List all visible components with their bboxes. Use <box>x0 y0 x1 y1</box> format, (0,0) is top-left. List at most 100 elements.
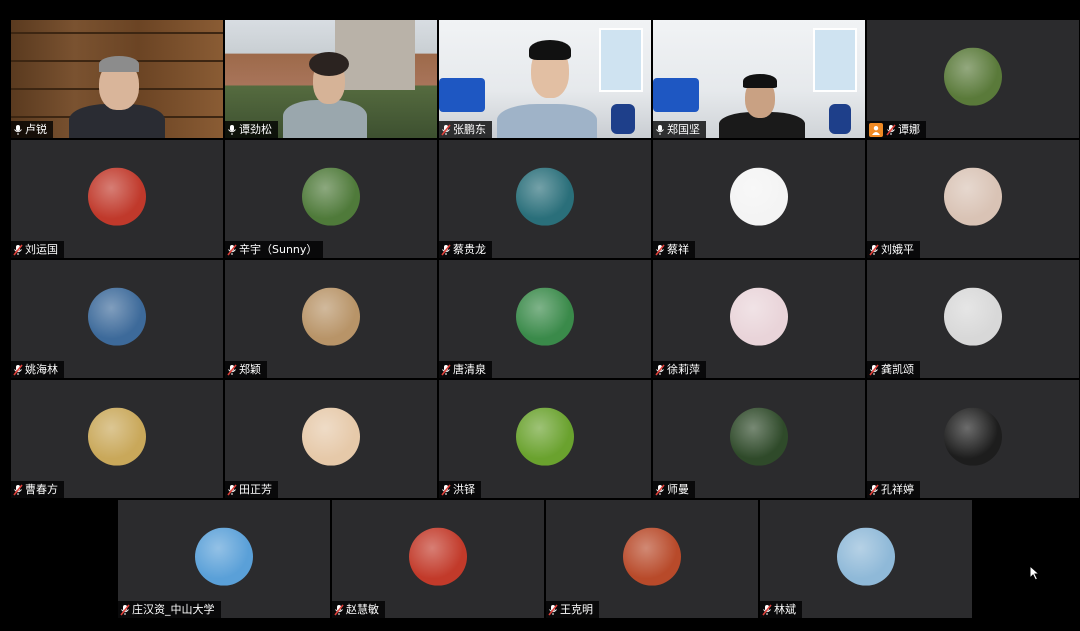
dandelion-avatar-icon <box>730 407 788 466</box>
participant-tile[interactable]: 洪铎 <box>439 380 651 498</box>
participant-nameplate: 郑国坚 <box>653 121 706 138</box>
portrait-avatar-icon <box>944 167 1002 226</box>
boat-avatar-icon <box>88 407 146 466</box>
gate-avatar-icon <box>88 167 146 226</box>
participant-tile[interactable]: 蔡贵龙 <box>439 140 651 258</box>
participant-tile[interactable]: 孔祥婷 <box>867 380 1079 498</box>
participant-nameplate: 刘娥平 <box>867 241 920 258</box>
participant-nameplate: 谭娜 <box>867 121 926 138</box>
participant-name: 庄汉资_中山大学 <box>132 603 215 616</box>
participant-nameplate: 徐莉萍 <box>653 361 706 378</box>
participant-tile[interactable]: 曹春方 <box>11 380 223 498</box>
mic-muted-icon <box>869 484 879 496</box>
participant-nameplate: 田正芳 <box>225 481 278 498</box>
person2-avatar-icon <box>944 407 1002 466</box>
participant-nameplate: 卢锐 <box>11 121 53 138</box>
participant-tile[interactable]: 唐清泉 <box>439 260 651 378</box>
participant-name: 卢锐 <box>25 123 47 136</box>
participant-tile[interactable]: 辛宇（Sunny） <box>225 140 437 258</box>
participant-name: 刘娥平 <box>881 243 914 256</box>
participant-nameplate: 姚海林 <box>11 361 64 378</box>
mic-muted-icon <box>13 244 23 256</box>
participant-tile[interactable]: 龚凯颂 <box>867 260 1079 378</box>
participant-tile[interactable]: 师曼 <box>653 380 865 498</box>
lotus-avatar-icon <box>516 287 574 346</box>
participant-nameplate: 林斌 <box>760 601 802 618</box>
participant-name: 赵慧敏 <box>346 603 379 616</box>
cabbage-avatar-icon <box>730 167 788 226</box>
participant-nameplate: 辛宇（Sunny） <box>225 241 324 258</box>
mic-muted-icon <box>334 604 344 616</box>
participant-nameplate: 刘运国 <box>11 241 64 258</box>
participant-name: 孔祥婷 <box>881 483 914 496</box>
participant-name: 刘运国 <box>25 243 58 256</box>
mouse-cursor-icon <box>1029 565 1041 581</box>
mic-muted-icon <box>227 244 237 256</box>
participant-video-tile[interactable]: 张鹏东 <box>439 20 651 138</box>
participant-name: 师曼 <box>667 483 689 496</box>
mic-muted-icon <box>13 484 23 496</box>
mic-muted-icon <box>227 364 237 376</box>
art-avatar-icon <box>730 287 788 346</box>
participant-nameplate: 师曼 <box>653 481 695 498</box>
participant-name: 林斌 <box>774 603 796 616</box>
participant-name: 龚凯颂 <box>881 363 914 376</box>
participant-nameplate: 曹春方 <box>11 481 64 498</box>
participant-video-tile[interactable]: 郑国坚 <box>653 20 865 138</box>
participant-video-tile[interactable]: 卢锐 <box>11 20 223 138</box>
participant-nameplate: 王克明 <box>546 601 599 618</box>
participant-nameplate: 郑颖 <box>225 361 267 378</box>
mic-muted-icon <box>441 364 451 376</box>
bonsai-avatar-icon <box>409 527 467 586</box>
tea-avatar-icon <box>302 287 360 346</box>
mic-muted-icon <box>227 484 237 496</box>
participant-tile[interactable]: 王克明 <box>546 500 758 618</box>
mic-muted-icon <box>869 244 879 256</box>
participant-tile[interactable]: 赵慧敏 <box>332 500 544 618</box>
participant-name: 王克明 <box>560 603 593 616</box>
participant-nameplate: 谭劲松 <box>225 121 278 138</box>
mic-muted-icon <box>441 244 451 256</box>
participant-video-tile[interactable]: 谭劲松 <box>225 20 437 138</box>
building-avatar-icon <box>302 167 360 226</box>
participant-nameplate: 孔祥婷 <box>867 481 920 498</box>
participant-tile[interactable]: 庄汉资_中山大学 <box>118 500 330 618</box>
mic-muted-icon <box>13 364 23 376</box>
participant-tile[interactable]: 刘娥平 <box>867 140 1079 258</box>
participant-nameplate: 庄汉资_中山大学 <box>118 601 221 618</box>
participant-name: 谭娜 <box>898 123 920 136</box>
participant-nameplate: 龚凯颂 <box>867 361 920 378</box>
participant-name: 蔡祥 <box>667 243 689 256</box>
mic-muted-icon <box>441 484 451 496</box>
mic-muted-icon <box>548 604 558 616</box>
mic-muted-icon <box>655 364 665 376</box>
participant-tile[interactable]: 郑颖 <box>225 260 437 378</box>
participant-name: 姚海林 <box>25 363 58 376</box>
participant-nameplate: 蔡祥 <box>653 241 695 258</box>
host-icon <box>869 122 883 137</box>
mic-muted-icon <box>655 484 665 496</box>
car-avatar-icon <box>195 527 253 586</box>
participant-tile[interactable]: 林斌 <box>760 500 972 618</box>
mic-icon <box>227 124 237 136</box>
participant-tile[interactable]: 刘运国 <box>11 140 223 258</box>
participant-tile[interactable]: 田正芳 <box>225 380 437 498</box>
participant-nameplate: 蔡贵龙 <box>439 241 492 258</box>
participant-tile[interactable]: 谭娜 <box>867 20 1079 138</box>
participant-name: 辛宇（Sunny） <box>239 243 318 256</box>
participant-nameplate: 赵慧敏 <box>332 601 385 618</box>
mic-icon <box>655 124 665 136</box>
mic-muted-icon <box>886 124 896 136</box>
participant-name: 张鹏东 <box>453 123 486 136</box>
participant-tile[interactable]: 姚海林 <box>11 260 223 378</box>
autumn-avatar-icon <box>623 527 681 586</box>
mic-icon <box>13 124 23 136</box>
participant-name: 郑颖 <box>239 363 261 376</box>
participant-name: 徐莉萍 <box>667 363 700 376</box>
participant-name: 曹春方 <box>25 483 58 496</box>
participant-name: 蔡贵龙 <box>453 243 486 256</box>
participant-tile[interactable]: 蔡祥 <box>653 140 865 258</box>
participant-tile[interactable]: 徐莉萍 <box>653 260 865 378</box>
mic-muted-icon <box>441 124 451 136</box>
mic-muted-icon <box>655 244 665 256</box>
